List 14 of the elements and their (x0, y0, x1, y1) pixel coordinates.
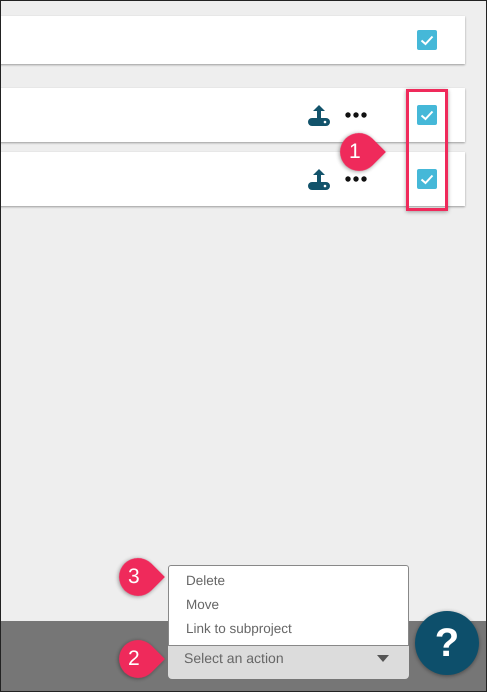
check-icon (420, 174, 434, 184)
check-icon (420, 110, 434, 120)
upload-icon[interactable] (307, 103, 331, 127)
checkbox[interactable] (417, 169, 437, 189)
checkbox[interactable] (417, 30, 437, 50)
more-icon[interactable] (345, 112, 367, 118)
menu-option[interactable]: Move (169, 593, 236, 617)
help-button[interactable]: ? (415, 611, 479, 675)
checkbox[interactable] (417, 105, 437, 125)
check-icon (420, 34, 434, 46)
upload-icon[interactable] (307, 167, 331, 191)
menu-option[interactable]: Delete (169, 569, 242, 593)
more-icon[interactable] (345, 176, 367, 182)
caret-icon (377, 654, 389, 662)
